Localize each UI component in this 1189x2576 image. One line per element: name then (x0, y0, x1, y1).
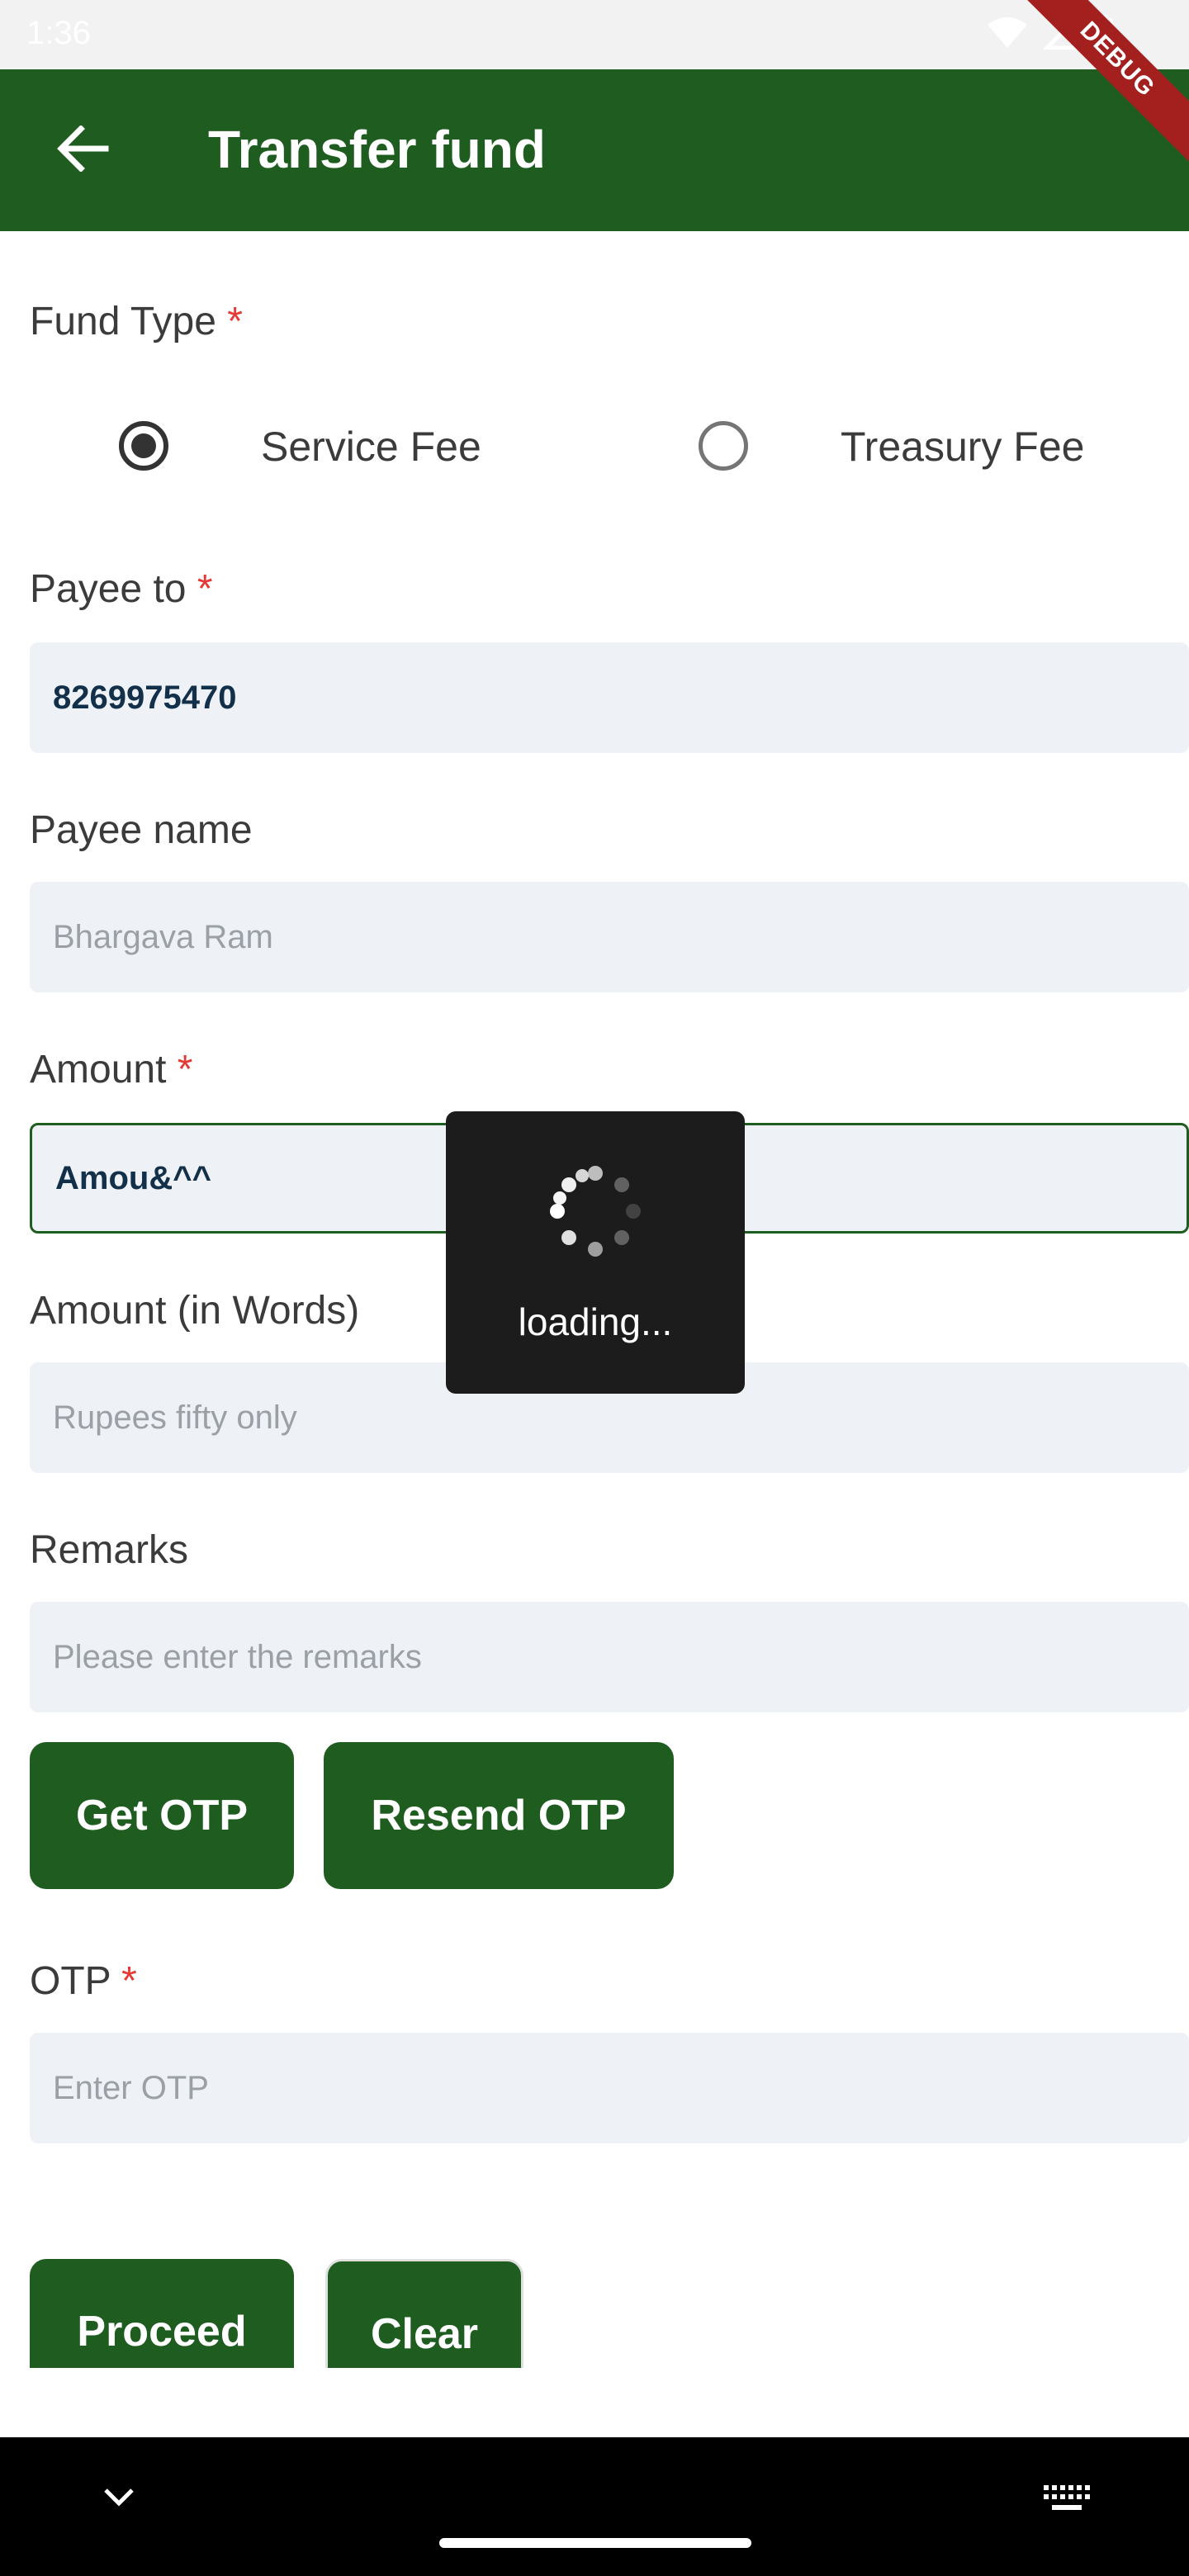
fund-type-radio-group: Service Fee Treasury Fee (0, 405, 1189, 487)
wifi-icon (986, 17, 1029, 54)
otp-label: OTP * (30, 1959, 137, 2003)
radio-unselected-icon[interactable] (699, 421, 748, 471)
page-title: Transfer fund (208, 120, 546, 179)
arrow-left-icon (56, 124, 109, 176)
loading-text: loading... (518, 1300, 673, 1343)
required-mark: * (121, 1959, 137, 2003)
payee-to-label: Payee to * (30, 567, 213, 611)
app-bar: Transfer fund (0, 69, 1189, 231)
radio-label-treasury-fee[interactable]: Treasury Fee (841, 423, 1084, 471)
keyboard-gap (0, 2368, 1189, 2437)
status-bar: 1:36 (0, 0, 1189, 69)
radio-label-service-fee[interactable]: Service Fee (261, 423, 481, 471)
chevron-down-icon[interactable] (101, 2485, 137, 2514)
status-time: 1:36 (26, 15, 91, 51)
loading-dialog: loading... (446, 1111, 745, 1394)
system-nav-bar (0, 2437, 1189, 2576)
required-mark: * (227, 300, 243, 343)
get-otp-button[interactable]: Get OTP (30, 1742, 294, 1889)
amount-words-label: Amount (in Words) (30, 1289, 360, 1333)
payee-name-label: Payee name (30, 808, 253, 852)
payee-name-input[interactable]: Bhargava Ram (30, 882, 1189, 992)
required-mark: * (197, 567, 213, 611)
amount-label: Amount * (30, 1048, 193, 1091)
remarks-label: Remarks (30, 1528, 189, 1572)
keyboard-icon[interactable] (1042, 2484, 1090, 2517)
resend-otp-button[interactable]: Resend OTP (324, 1742, 674, 1889)
fund-type-label: Fund Type * (30, 300, 243, 343)
required-mark: * (177, 1048, 193, 1091)
back-button[interactable] (50, 117, 116, 183)
otp-input[interactable]: Enter OTP (30, 2033, 1189, 2143)
payee-to-input[interactable]: 8269975470 (30, 642, 1189, 753)
radio-selected-icon[interactable] (119, 421, 168, 471)
loading-spinner-icon (550, 1166, 641, 1257)
remarks-input[interactable]: Please enter the remarks (30, 1602, 1189, 1712)
home-handle[interactable] (439, 2538, 751, 2548)
